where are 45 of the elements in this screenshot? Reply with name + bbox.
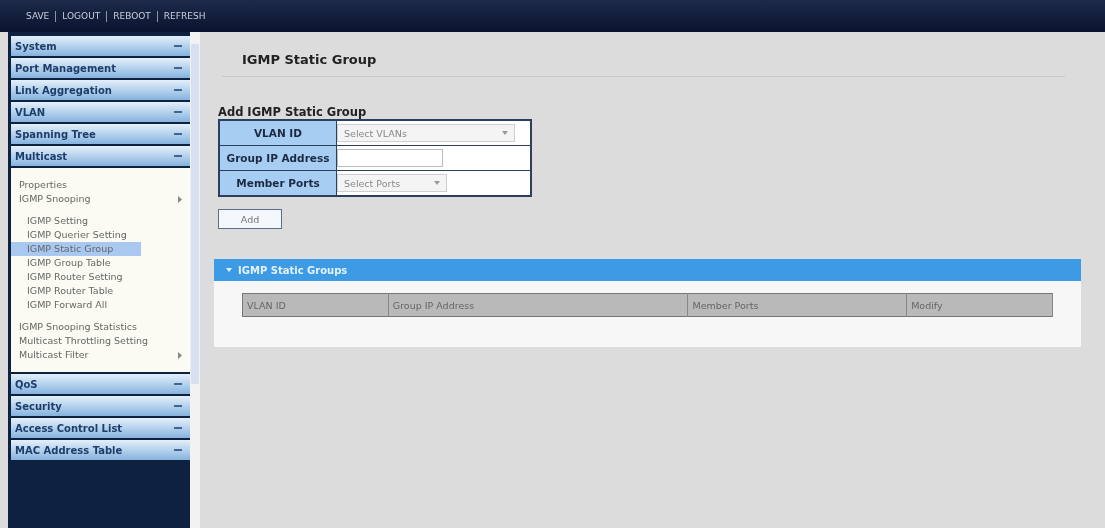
menu-item[interactable]: IGMP Querier Setting	[11, 228, 141, 242]
top-link[interactable]: SAVE	[20, 10, 57, 22]
menu-item[interactable]: IGMP Snooping Statistics	[11, 320, 190, 334]
menu-item[interactable]: IGMP Router Table	[11, 284, 141, 298]
column-header: VLAN ID	[242, 293, 389, 317]
field-label: VLAN ID	[219, 120, 337, 146]
panel-title: IGMP Static Groups	[238, 264, 348, 276]
column-header: Member Ports	[688, 293, 907, 317]
top-link[interactable]: REFRESH	[157, 10, 212, 22]
add-button[interactable]: Add	[218, 209, 282, 229]
submenu-arrow-icon	[178, 351, 182, 359]
page-title: IGMP Static Group	[241, 51, 378, 69]
menu-section[interactable]: MAC Address Table	[11, 440, 190, 460]
menu-section[interactable]: QoS	[11, 374, 190, 394]
menu-section[interactable]: Link Aggregation	[11, 80, 190, 100]
menu-item[interactable]: IGMP Snooping	[11, 192, 190, 206]
menu-item[interactable]: Properties	[11, 178, 190, 192]
menu-section[interactable]: Access Control List	[11, 418, 190, 438]
menu-section[interactable]: System	[11, 36, 190, 56]
menu-item[interactable]: IGMP Group Table	[11, 256, 141, 270]
field-label: Group IP Address	[219, 145, 337, 171]
field-label: Member Ports	[219, 170, 337, 196]
top-link[interactable]: LOGOUT	[56, 10, 108, 22]
caret-icon	[434, 181, 440, 185]
menu-section[interactable]: Multicast	[11, 146, 190, 166]
menu-item[interactable]: IGMP Router Setting	[11, 270, 141, 284]
menu-section[interactable]: Port Management	[11, 58, 190, 78]
select-field[interactable]: Select Ports	[337, 174, 447, 192]
menu-item[interactable]: IGMP Setting	[11, 214, 141, 228]
menu-item[interactable]: IGMP Static Group	[11, 242, 141, 256]
menu-section[interactable]: VLAN	[11, 102, 190, 122]
column-header: Modify	[906, 293, 1053, 317]
menu-item[interactable]: Multicast Filter	[11, 348, 190, 362]
caret-icon	[502, 131, 508, 135]
input-field[interactable]	[337, 149, 443, 167]
scrollbar[interactable]	[190, 32, 200, 528]
column-header: Group IP Address	[388, 293, 688, 317]
menu-item[interactable]: IGMP Forward All	[11, 298, 141, 312]
form-title: Add IGMP Static Group	[218, 105, 368, 119]
menu-section[interactable]: Security	[11, 396, 190, 416]
select-field[interactable]: Select VLANs	[337, 124, 515, 142]
menu-section[interactable]: Spanning Tree	[11, 124, 190, 144]
submenu-arrow-icon	[178, 195, 182, 203]
top-link[interactable]: REBOOT	[107, 10, 158, 22]
menu-item[interactable]: Multicast Throttling Setting	[11, 334, 190, 348]
